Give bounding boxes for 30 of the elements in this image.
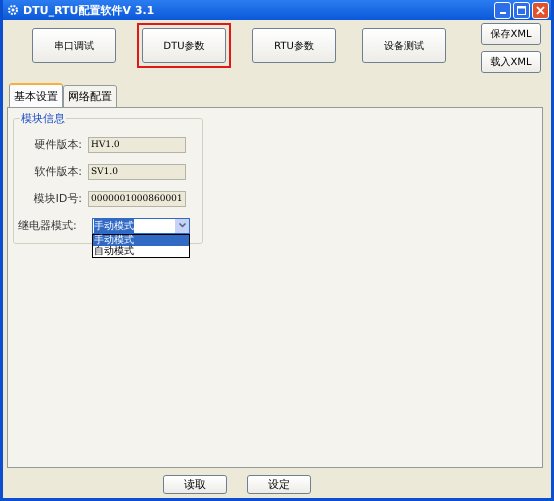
dropdown-option[interactable]: 手动模式	[93, 234, 189, 246]
field-label: 软件版本:	[33, 164, 82, 179]
input-field[interactable]: 0000001000860001	[88, 190, 186, 206]
maximize-icon	[517, 6, 526, 14]
toolbar-button[interactable]: RTU参数	[252, 28, 336, 63]
field-label: 硬件版本:	[33, 137, 82, 152]
xml-button[interactable]: 保存XML	[481, 23, 541, 45]
field-label: 模块ID号:	[32, 191, 82, 206]
field-label: 继电器模式:	[17, 218, 78, 233]
input-field[interactable]: HV1.0	[88, 136, 186, 152]
close-icon	[536, 6, 545, 14]
tab[interactable]: 基本设置	[9, 83, 63, 107]
toolbar-button[interactable]: 串口调试	[32, 28, 116, 63]
dropdown-value: 手动模式	[94, 218, 134, 232]
toolbar-button[interactable]: 设备测试	[362, 28, 446, 63]
input-field[interactable]: SV1.0	[88, 164, 186, 180]
window-title: DTU_RTU配置软件V 3.1	[23, 2, 156, 18]
gear-icon	[7, 4, 19, 16]
dropdown-option[interactable]: 自动模式	[93, 246, 189, 256]
chevron-down-icon	[178, 223, 186, 228]
close-button[interactable]	[532, 2, 549, 18]
tab[interactable]: 网络配置	[63, 85, 117, 107]
minimize-button[interactable]	[494, 2, 511, 18]
maximize-button[interactable]	[513, 2, 530, 18]
minimize-icon	[500, 12, 506, 14]
group-title: 模块信息	[20, 111, 66, 126]
action-button[interactable]: 设定	[247, 475, 311, 494]
action-button[interactable]: 读取	[163, 475, 227, 494]
toolbar-button[interactable]: DTU参数	[142, 28, 226, 63]
xml-button[interactable]: 载入XML	[481, 51, 541, 73]
